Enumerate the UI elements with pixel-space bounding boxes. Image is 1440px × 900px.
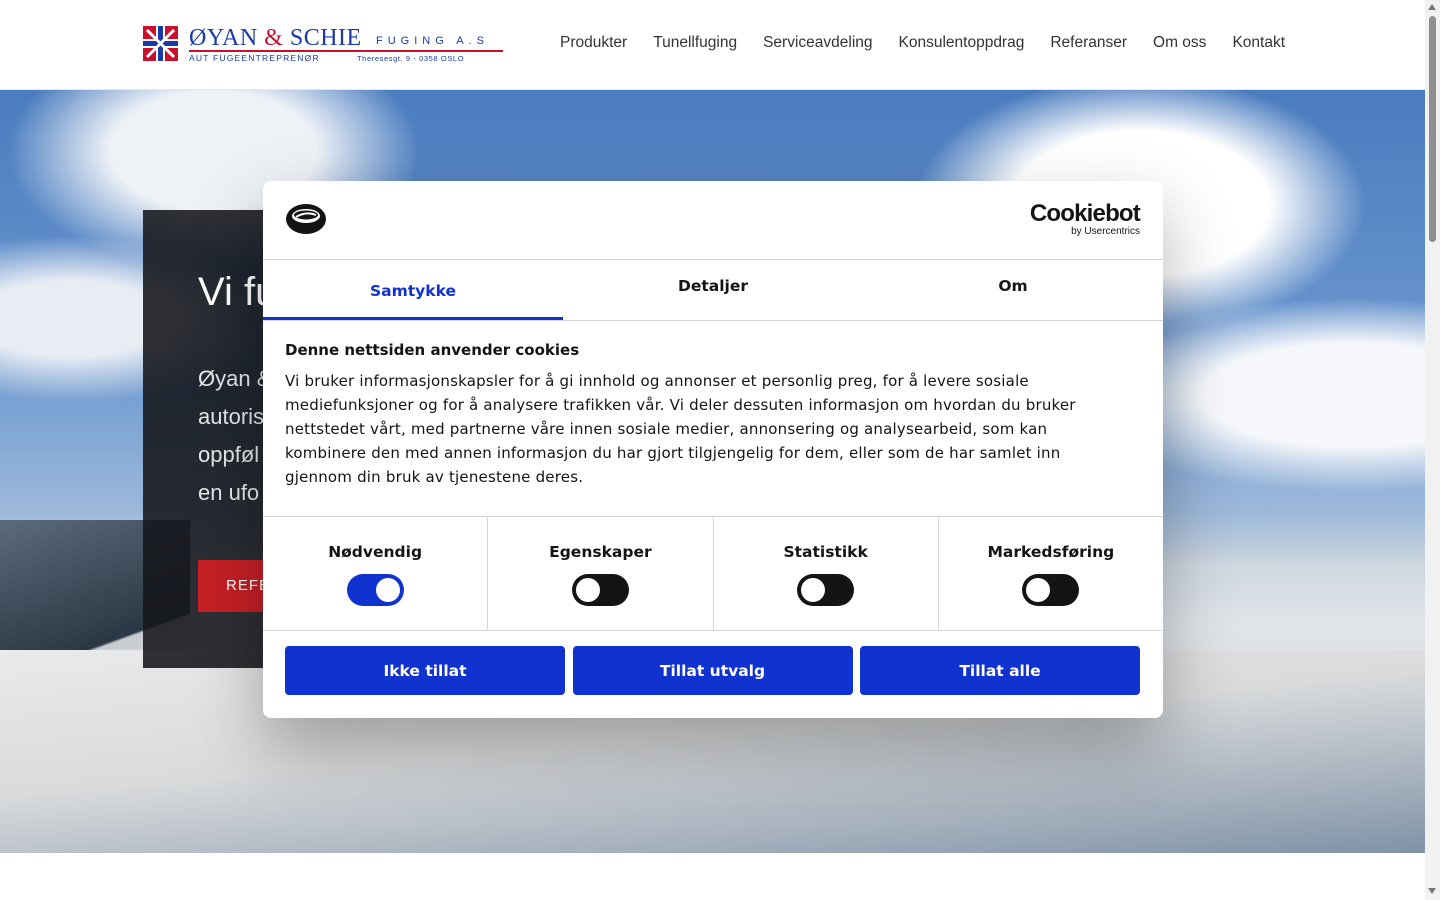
nav-referanser[interactable]: Referanser bbox=[1050, 34, 1127, 52]
tab-label: Om bbox=[998, 277, 1028, 295]
logo-divider bbox=[189, 50, 503, 52]
cookiebot-brand[interactable]: Cookiebot by Usercentrics bbox=[1029, 200, 1141, 237]
cookiebot-logo-icon bbox=[285, 203, 327, 239]
dialog-header: Cookiebot by Usercentrics bbox=[263, 181, 1163, 260]
tab-detaljer[interactable]: Detaljer bbox=[563, 260, 863, 320]
logo-fuging: FUGING A.S bbox=[376, 35, 489, 47]
toggle-knob bbox=[1026, 578, 1051, 602]
toggle-knob bbox=[575, 578, 600, 602]
scroll-down-icon[interactable] bbox=[1428, 888, 1436, 894]
company-logo[interactable]: ØYAN & SCHIE FUGING A.S AUT FUGEENTREPRE… bbox=[143, 25, 503, 64]
allow-all-button[interactable]: Tillat alle bbox=[860, 646, 1140, 695]
egenskaper-toggle[interactable] bbox=[571, 574, 629, 606]
cookie-consent-dialog: Cookiebot by Usercentrics Samtykke Detal… bbox=[263, 181, 1163, 718]
nav-om-oss[interactable]: Om oss bbox=[1153, 34, 1206, 52]
dialog-body: Denne nettsiden anvender cookies Vi bruk… bbox=[285, 341, 1125, 489]
site-header: ØYAN & SCHIE FUGING A.S AUT FUGEENTREPRE… bbox=[0, 0, 1425, 90]
toggle-label: Statistikk bbox=[783, 543, 868, 561]
nodvendig-toggle[interactable] bbox=[346, 574, 404, 606]
toggle-label: Nødvendig bbox=[328, 543, 423, 561]
nav-produkter[interactable]: Produkter bbox=[560, 34, 627, 52]
toggle-knob bbox=[375, 578, 400, 602]
deny-button[interactable]: Ikke tillat bbox=[285, 646, 565, 695]
dialog-tabs: Samtykke Detaljer Om bbox=[263, 260, 1163, 321]
logo-subtitle: AUT FUGEENTREPRENØR bbox=[189, 53, 320, 63]
toggle-group-nodvendig: Nødvendig bbox=[263, 517, 489, 630]
scrollbar-thumb[interactable] bbox=[1429, 16, 1436, 242]
tab-samtykke[interactable]: Samtykke bbox=[263, 260, 563, 320]
consent-toggles: Nødvendig Egenskaper Statistikk Markedsf… bbox=[263, 516, 1163, 631]
toggle-knob bbox=[801, 578, 826, 602]
nav-serviceavdeling[interactable]: Serviceavdeling bbox=[763, 34, 872, 52]
dialog-buttons: Ikke tillat Tillat utvalg Tillat alle bbox=[285, 646, 1140, 695]
main-nav: Produkter Tunellfuging Serviceavdeling K… bbox=[560, 34, 1311, 52]
cookiebot-brand-by: by Usercentrics bbox=[1071, 226, 1140, 237]
scroll-up-icon[interactable] bbox=[1428, 4, 1436, 10]
tab-om[interactable]: Om bbox=[863, 260, 1163, 320]
tab-label: Detaljer bbox=[677, 277, 749, 295]
nav-tunellfuging[interactable]: Tunellfuging bbox=[653, 34, 737, 52]
nav-kontakt[interactable]: Kontakt bbox=[1232, 34, 1285, 52]
toggle-label: Markedsføring bbox=[987, 543, 1115, 561]
dialog-text: Vi bruker informasjonskapsler for å gi i… bbox=[285, 372, 1076, 486]
logo-emblem-icon bbox=[143, 26, 178, 61]
dialog-heading: Denne nettsiden anvender cookies bbox=[285, 341, 580, 359]
toggle-label: Egenskaper bbox=[549, 543, 652, 561]
toggle-group-egenskaper: Egenskaper bbox=[488, 517, 714, 630]
cookiebot-brand-name: Cookiebot bbox=[1029, 200, 1141, 227]
toggle-group-statistikk: Statistikk bbox=[714, 517, 939, 630]
toggle-group-markedsforing: Markedsføring bbox=[939, 517, 1163, 630]
page-below-hero bbox=[0, 853, 1425, 900]
page-scrollbar[interactable] bbox=[1425, 0, 1440, 900]
nav-konsulentoppdrag[interactable]: Konsulentoppdrag bbox=[899, 34, 1025, 52]
logo-name: ØYAN & SCHIE bbox=[189, 25, 362, 51]
statistikk-toggle[interactable] bbox=[797, 574, 855, 606]
tab-label: Samtykke bbox=[370, 282, 456, 300]
markedsforing-toggle[interactable] bbox=[1022, 574, 1080, 606]
allow-selection-button[interactable]: Tillat utvalg bbox=[572, 646, 853, 695]
logo-address: Theresesgt. 9 - 0358 OSLO bbox=[357, 54, 465, 63]
